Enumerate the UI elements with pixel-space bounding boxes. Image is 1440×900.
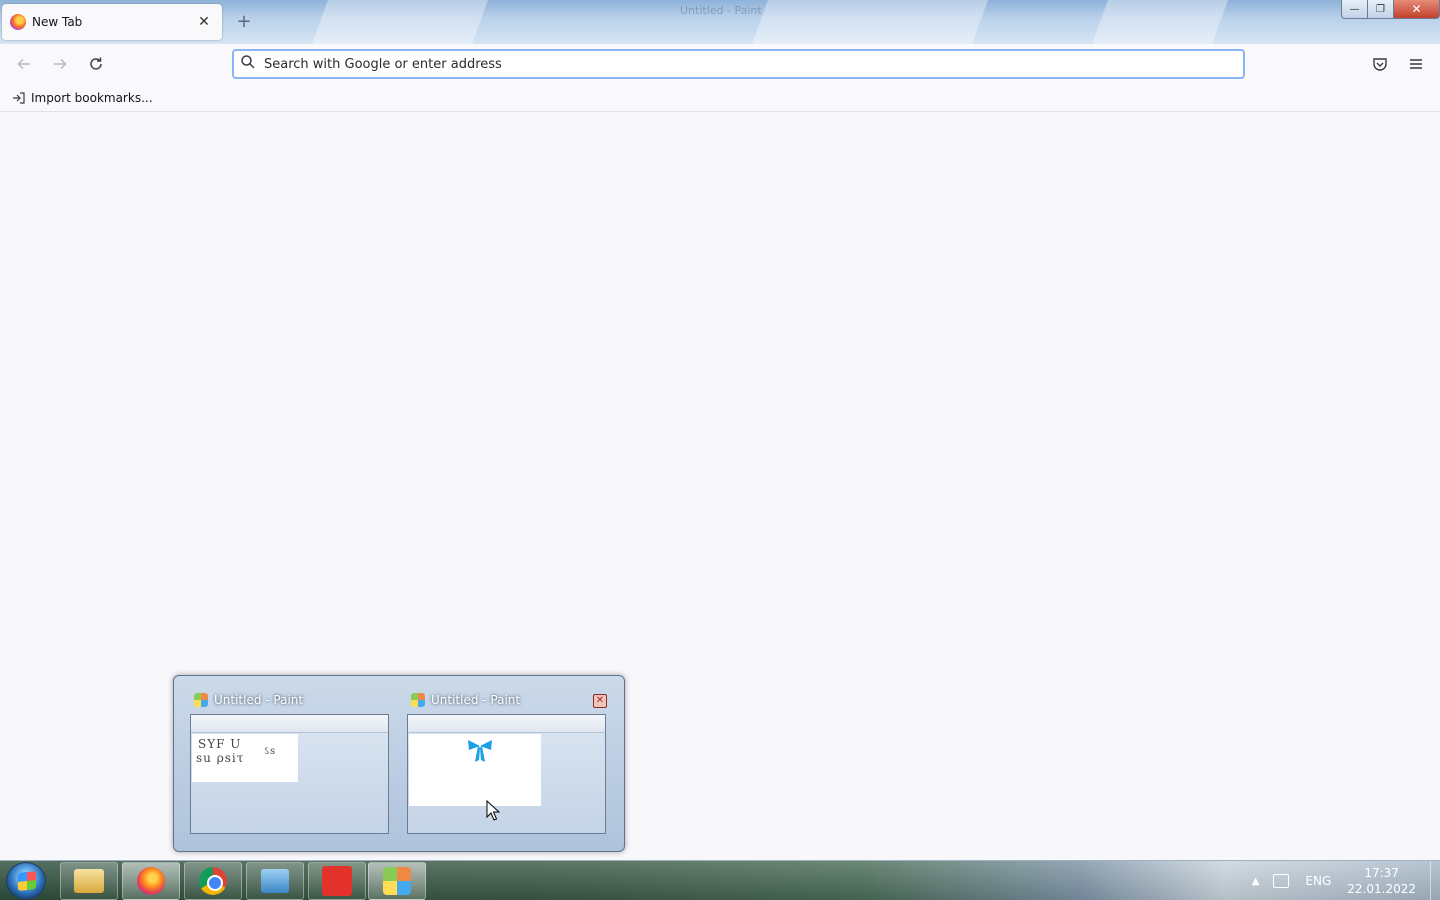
doodle-text: ઽs xyxy=(264,746,277,757)
paint-canvas xyxy=(409,734,541,806)
arrow-left-icon xyxy=(17,58,30,70)
minimize-button[interactable]: — xyxy=(1341,0,1368,19)
firefox-favicon-icon xyxy=(10,14,26,30)
app-menu-button[interactable] xyxy=(1404,52,1428,76)
start-button[interactable] xyxy=(6,862,46,900)
clock-date: 22.01.2022 xyxy=(1347,882,1416,896)
window-title: Untitled - Paint xyxy=(680,4,762,17)
search-icon xyxy=(240,54,256,74)
window-controls: — ❐ ✕ xyxy=(1341,0,1440,19)
taskbar-anydesk[interactable] xyxy=(308,862,366,900)
network-icon[interactable] xyxy=(1273,874,1290,888)
bookmarks-toolbar: Import bookmarks... xyxy=(0,84,1440,112)
taskbar-file-explorer[interactable] xyxy=(60,862,118,900)
chrome-icon xyxy=(199,867,227,895)
thumbnail-image: SYF U su ρsiτ ઽs xyxy=(190,714,389,834)
close-thumbnail-button[interactable]: ✕ xyxy=(593,694,607,708)
pocket-button[interactable] xyxy=(1368,52,1392,76)
tab-title: New Tab xyxy=(32,15,83,29)
title-bar: Untitled - Paint New Tab ✕ + — ❐ ✕ xyxy=(0,0,1440,44)
thumbnail-image xyxy=(407,714,606,834)
firefox-icon xyxy=(137,867,165,895)
import-icon xyxy=(13,91,25,104)
close-window-button[interactable]: ✕ xyxy=(1394,0,1440,19)
pocket-icon xyxy=(1373,58,1387,71)
clock-time: 17:37 xyxy=(1364,866,1399,880)
language-indicator[interactable]: ENG xyxy=(1305,874,1331,888)
doodle-text: su ρsiτ xyxy=(196,751,245,765)
titlebar-glass-streak xyxy=(311,0,489,44)
paint-thumbnail-2[interactable]: Untitled - Paint ✕ xyxy=(407,688,607,836)
forward-button[interactable] xyxy=(48,52,72,76)
paint-icon xyxy=(194,693,208,707)
reload-icon xyxy=(90,57,102,70)
titlebar-glass-streak xyxy=(1091,0,1229,44)
taskbar-thumbnail-preview: Untitled - Paint SYF U su ρsiτ ઽs Untitl… xyxy=(173,675,625,852)
paint-thumbnail-1[interactable]: Untitled - Paint SYF U su ρsiτ ઽs xyxy=(190,688,390,836)
close-tab-icon[interactable]: ✕ xyxy=(194,12,214,32)
url-input[interactable] xyxy=(264,56,1243,72)
reload-button[interactable] xyxy=(84,52,108,76)
mouse-cursor-icon xyxy=(486,800,500,821)
thumbnail-header: Untitled - Paint xyxy=(190,688,390,712)
windows-logo-icon xyxy=(18,871,36,891)
system-tray: ▲ ENG 17:37 22.01.2022 xyxy=(1252,861,1416,900)
thumbnail-header: Untitled - Paint xyxy=(407,688,607,712)
anydesk-icon xyxy=(322,866,352,896)
thumbnail-title: Untitled - Paint xyxy=(431,693,521,707)
control-panel-icon xyxy=(261,869,289,893)
show-desktop-button[interactable] xyxy=(1430,861,1440,900)
back-button[interactable] xyxy=(12,52,36,76)
paint-canvas: SYF U su ρsiτ ઽs xyxy=(192,734,298,782)
taskbar-chrome[interactable] xyxy=(184,862,242,900)
tab-new-tab[interactable]: New Tab ✕ xyxy=(2,4,222,40)
doodle-text: SYF U xyxy=(198,737,242,751)
show-hidden-icons-button[interactable]: ▲ xyxy=(1252,876,1260,887)
paint-ribbon xyxy=(408,715,605,733)
folder-icon xyxy=(74,869,104,893)
thumbnail-title: Untitled - Paint xyxy=(214,693,304,707)
taskbar-control-panel[interactable] xyxy=(246,862,304,900)
bow-drawing xyxy=(468,740,492,762)
windows-taskbar: ▲ ENG 17:37 22.01.2022 xyxy=(0,860,1440,900)
taskbar-paint[interactable] xyxy=(368,862,426,900)
titlebar-glass-streak xyxy=(751,0,989,44)
import-bookmarks-label: Import bookmarks... xyxy=(31,90,153,105)
paint-icon xyxy=(383,867,411,895)
import-bookmarks-button[interactable]: Import bookmarks... xyxy=(12,91,153,105)
taskbar-firefox[interactable] xyxy=(122,862,180,900)
hamburger-menu-icon xyxy=(1410,59,1422,69)
paint-ribbon xyxy=(191,715,388,733)
address-bar[interactable] xyxy=(232,49,1245,79)
navigation-toolbar xyxy=(0,44,1440,84)
clock[interactable]: 17:37 22.01.2022 xyxy=(1347,865,1416,897)
paint-icon xyxy=(411,693,425,707)
restore-button[interactable]: ❐ xyxy=(1368,0,1394,19)
arrow-right-icon xyxy=(54,58,67,70)
new-tab-button[interactable]: + xyxy=(234,12,254,32)
